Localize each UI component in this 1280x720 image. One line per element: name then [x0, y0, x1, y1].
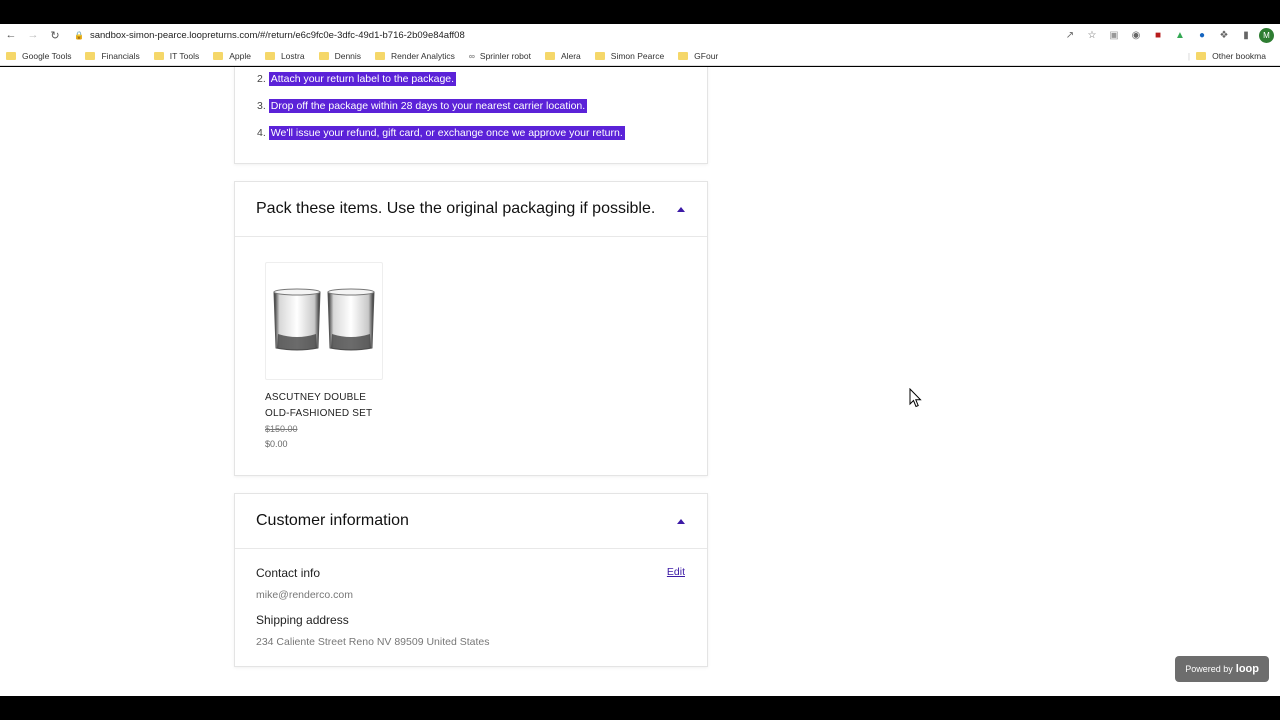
collapse-caret-icon[interactable]	[677, 206, 685, 212]
bookmark-gfour[interactable]: GFour	[678, 51, 718, 61]
bookmark-alera[interactable]: Alera	[544, 51, 581, 61]
profile-avatar[interactable]: M	[1259, 27, 1274, 43]
lock-icon: 🔒	[74, 30, 84, 40]
pack-items-title: Pack these items. Use the original packa…	[256, 200, 656, 217]
link-icon: ∞	[468, 50, 475, 61]
page-content: 2. Attach your return label to the packa…	[0, 67, 1280, 696]
shipping-address-label: Shipping address	[256, 613, 349, 627]
glass-set-icon	[273, 288, 375, 351]
browser-toolbar: ← → ↻ 🔒 sandbox-simon-pearce.loopreturns…	[0, 24, 1280, 46]
bookmark-other[interactable]: | Other bookma	[1188, 46, 1266, 66]
shipping-address-value: 234 Caliente Street Reno NV 89509 United…	[256, 636, 490, 648]
folder-icon	[544, 51, 555, 60]
folder-icon	[678, 51, 689, 60]
customer-info-title: Customer information	[256, 512, 409, 529]
product-image	[265, 262, 383, 380]
star-icon[interactable]: ☆	[1083, 26, 1101, 44]
folder-icon	[318, 51, 329, 60]
product-price: $0.00	[265, 439, 288, 449]
loop-logo: loop	[1235, 663, 1259, 675]
collapse-caret-icon[interactable]	[677, 518, 685, 524]
folder-icon	[264, 51, 275, 60]
folder-icon	[153, 51, 164, 60]
folder-icon	[594, 51, 605, 60]
pack-items-header[interactable]: Pack these items. Use the original packa…	[235, 182, 707, 237]
password-icon[interactable]: ●	[1193, 26, 1211, 44]
contact-email: mike@renderco.com	[256, 589, 354, 601]
mouse-cursor-icon	[909, 388, 922, 408]
sidepanel-icon[interactable]: ▮	[1237, 26, 1255, 44]
screen-bottom-bar	[0, 696, 1280, 720]
bookmark-lostra[interactable]: Lostra	[264, 51, 305, 61]
extension-k-icon[interactable]: ▣	[1105, 26, 1123, 44]
back-icon[interactable]: ←	[0, 24, 22, 46]
step-item: 2. Attach your return label to the packa…	[257, 72, 457, 86]
customer-info-header[interactable]: Customer information	[235, 494, 707, 549]
url-text: sandbox-simon-pearce.loopreturns.com/#/r…	[89, 29, 465, 41]
step-item: 3. Drop off the package within 28 days t…	[257, 99, 588, 113]
bookmark-it-tools[interactable]: IT Tools	[153, 51, 199, 61]
product-original-price: $150.00	[265, 424, 298, 434]
bookmark-simon-pearce[interactable]: Simon Pearce	[594, 51, 664, 61]
customer-info-card: Customer information Contact info Edit m…	[234, 493, 708, 667]
folder-icon	[85, 51, 96, 60]
drive-icon[interactable]: ▲	[1171, 26, 1189, 44]
forward-icon[interactable]: →	[22, 24, 44, 46]
folder-icon	[1196, 52, 1207, 60]
reload-icon[interactable]: ↻	[44, 24, 66, 46]
bookmarks-bar: Google Tools Financials IT Tools Apple L…	[0, 46, 1280, 66]
bookmark-apple[interactable]: Apple	[213, 51, 251, 61]
camera-icon[interactable]: ◉	[1127, 26, 1145, 44]
contact-info-label: Contact info	[256, 566, 321, 580]
toolbar-actions: ↗ ☆ ▣ ◉ ■ ▲ ● ❖ ▮ M	[1061, 24, 1274, 46]
bookmark-google-tools[interactable]: Google Tools	[6, 51, 71, 61]
puzzle-icon[interactable]: ❖	[1215, 26, 1233, 44]
bookmark-dennis[interactable]: Dennis	[318, 51, 361, 61]
product-item: ASCUTNEY DOUBLE OLD-FASHIONED SET $150.0…	[265, 262, 385, 449]
folder-icon	[6, 51, 16, 60]
bookmark-sprinler-robot[interactable]: ∞ Sprinler robot	[469, 51, 531, 61]
pack-items-card: Pack these items. Use the original packa…	[234, 181, 708, 476]
folder-icon	[375, 51, 386, 60]
return-steps-card: 2. Attach your return label to the packa…	[234, 67, 708, 164]
address-bar[interactable]: 🔒 sandbox-simon-pearce.loopreturns.com/#…	[74, 25, 465, 45]
screen-top-bar	[0, 0, 1280, 24]
bookmark-render-analytics[interactable]: Render Analytics	[375, 51, 455, 61]
step-item: 4. We'll issue your refund, gift card, o…	[257, 126, 625, 140]
powered-by-loop-badge[interactable]: Powered by loop	[1175, 656, 1269, 682]
contact-info-section: Contact info Edit	[256, 566, 685, 580]
folder-icon	[213, 51, 224, 60]
edit-contact-link[interactable]: Edit	[667, 566, 685, 578]
share-icon[interactable]: ↗	[1061, 26, 1079, 44]
product-name: ASCUTNEY DOUBLE OLD-FASHIONED SET	[265, 392, 373, 419]
bookmark-financials[interactable]: Financials	[85, 51, 140, 61]
pdf-icon[interactable]: ■	[1149, 26, 1167, 44]
